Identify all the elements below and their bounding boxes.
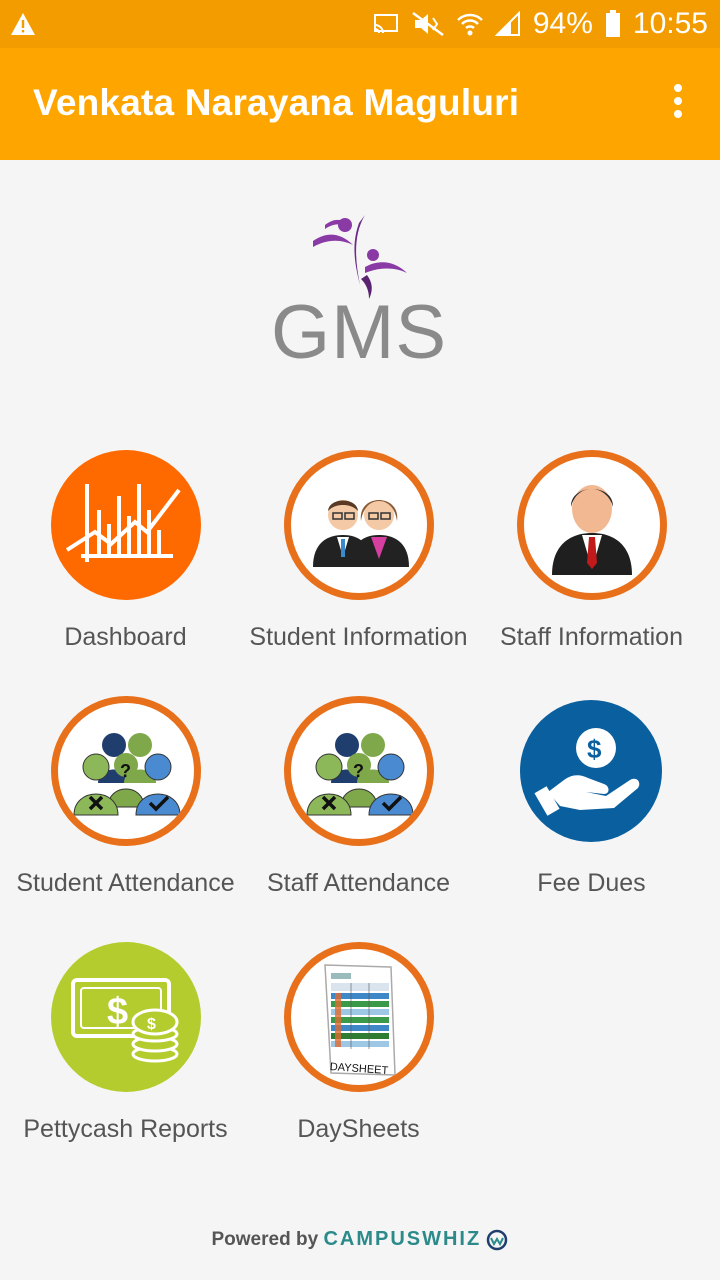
svg-text:$: $ (107, 991, 128, 1033)
menu-label: Staff Information (500, 623, 683, 651)
menu-item-fee-dues[interactable]: $ Fee Dues (475, 696, 708, 926)
dot-icon (674, 110, 682, 118)
menu-label: Student Attendance (16, 869, 235, 897)
clock: 10:55 (632, 7, 708, 40)
student-info-circle (284, 450, 434, 600)
student-attendance-circle: ? (51, 696, 201, 846)
staff-info-circle (517, 450, 667, 600)
menu-item-student-attendance[interactable]: ? Student Attendance (9, 696, 242, 926)
menu-label: Student Information (249, 623, 468, 651)
attendance-icon: ? (73, 733, 181, 816)
wifi-icon (456, 13, 483, 36)
campuswhiz-logo-icon (487, 1229, 508, 1251)
mute-icon (412, 11, 444, 37)
powered-by-label: Powered by (211, 1229, 319, 1250)
menu-label: Pettycash Reports (23, 1115, 228, 1143)
svg-text:?: ? (120, 761, 131, 781)
gms-logo: GMS (255, 205, 465, 375)
dashboard-chart-icon (65, 484, 181, 562)
dot-icon (674, 97, 682, 105)
svg-text:$: $ (147, 1016, 156, 1033)
status-bar: 94% 10:55 (0, 0, 720, 48)
menu-item-pettycash-reports[interactable]: $ $ Pettycash Reports (9, 942, 242, 1172)
dashboard-circle (51, 450, 201, 600)
menu-label: DaySheets (297, 1115, 420, 1143)
pettycash-icon: $ $ (71, 978, 179, 1063)
fee-dues-icon: $ (534, 728, 640, 816)
attendance-icon: ? (306, 733, 414, 816)
pettycash-circle: $ $ (51, 942, 201, 1092)
menu-item-staff-information[interactable]: Staff Information (475, 450, 708, 680)
daysheets-circle: DAYSHEET (284, 942, 434, 1092)
battery-percent: 94% (532, 7, 593, 40)
dot-icon (674, 84, 682, 92)
menu-item-staff-attendance[interactable]: ? Staff Attendance (242, 696, 475, 926)
svg-text:$: $ (587, 734, 602, 764)
students-icon (313, 500, 409, 567)
menu-label: Staff Attendance (266, 869, 451, 897)
menu-label: Fee Dues (537, 869, 646, 897)
svg-text:?: ? (353, 761, 364, 781)
app-bar: Venkata Narayana Maguluri (0, 48, 720, 160)
powered-by-footer: Powered by CAMPUSWHIZ (0, 1228, 720, 1251)
signal-icon (494, 11, 520, 36)
staff-attendance-circle: ? (284, 696, 434, 846)
overflow-menu-button[interactable] (666, 84, 690, 124)
app-title: Venkata Narayana Maguluri (33, 82, 520, 123)
campuswhiz-brand: CAMPUSWHIZ (323, 1228, 482, 1250)
menu-label: Dashboard (64, 623, 187, 651)
warning-icon (11, 13, 35, 35)
staff-icon (552, 485, 632, 575)
battery-icon (605, 10, 620, 37)
fee-dues-circle: $ (520, 700, 662, 842)
menu-item-daysheets[interactable]: DAYSHEET DaySheets (242, 942, 475, 1172)
logo-text: GMS (271, 290, 448, 375)
menu-item-dashboard[interactable]: Dashboard (9, 450, 242, 680)
menu-item-student-information[interactable]: Student Information (242, 450, 475, 680)
cast-icon (373, 14, 398, 34)
